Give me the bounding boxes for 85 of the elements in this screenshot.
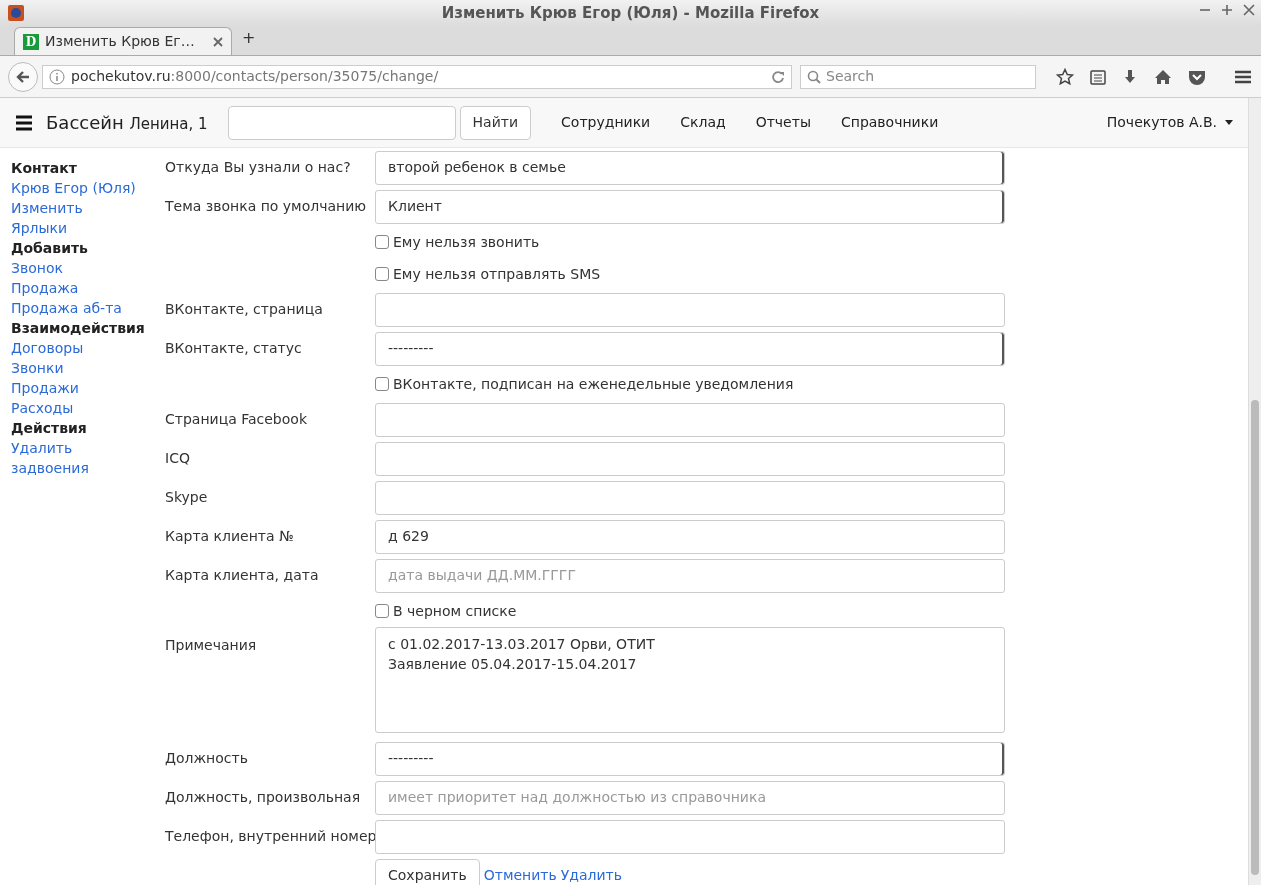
field-label: Skype bbox=[165, 488, 209, 507]
browser-logo-icon bbox=[8, 5, 24, 21]
checkbox-label: ВКонтакте, подписан на еженедельные уведомления bbox=[393, 374, 794, 394]
address-bar[interactable]: pochekutov.ru:8000/contacts/person/35075/change/ bbox=[42, 64, 792, 89]
input-field[interactable]: д 629 bbox=[375, 519, 1005, 554]
home-icon[interactable] bbox=[1154, 68, 1172, 85]
sidebar-heading: Действия bbox=[11, 419, 88, 438]
field-label: Должность, произвольная bbox=[165, 788, 362, 807]
sidebar-link[interactable]: Крюв Егор (Юля) bbox=[11, 178, 136, 198]
field-label: Тема звонка по умолчанию bbox=[165, 197, 368, 216]
field-placeholder: дата выдачи ДД.ММ.ГГГГ bbox=[388, 566, 576, 585]
download-icon[interactable] bbox=[1122, 68, 1138, 85]
menu-icon[interactable] bbox=[16, 114, 32, 131]
sidebar-heading: Добавить bbox=[11, 239, 89, 258]
sidebar-heading: Взаимодействия bbox=[11, 319, 146, 338]
search-icon bbox=[807, 69, 821, 84]
sidebar-link[interactable]: Ярлыки bbox=[11, 218, 68, 238]
field-label: Примечания bbox=[165, 636, 258, 655]
field-label: Откуда Вы узнали о нас? bbox=[165, 158, 352, 177]
sidebar-link[interactable]: Продажи bbox=[11, 378, 79, 398]
sidebar-link[interactable]: Звонки bbox=[11, 358, 64, 378]
search-field[interactable]: Search bbox=[800, 64, 1036, 89]
select-field[interactable]: --------- bbox=[375, 741, 1005, 776]
back-button[interactable] bbox=[8, 61, 38, 92]
user-menu[interactable]: Почекутов А.В. bbox=[1106, 112, 1233, 133]
new-tab-button[interactable]: + bbox=[232, 26, 266, 55]
sidebar-link[interactable]: задвоения bbox=[11, 458, 89, 478]
field-label: Страница Facebook bbox=[165, 410, 308, 429]
select-field[interactable]: второй ребенок в семье bbox=[375, 150, 1005, 185]
action-link[interactable]: Отменить bbox=[483, 865, 557, 885]
checkbox-label: Ему нельзя звонить bbox=[393, 232, 540, 252]
sidebar-link[interactable]: Расходы bbox=[11, 398, 74, 418]
search-placeholder: Search bbox=[826, 67, 875, 86]
field-label: Должность bbox=[165, 749, 249, 768]
url-text: pochekutov.ru:8000/contacts/person/35075/change/ bbox=[71, 67, 440, 86]
back-arrow-icon bbox=[15, 68, 31, 85]
favicon-icon: D bbox=[23, 33, 39, 50]
checkbox[interactable] bbox=[375, 377, 389, 391]
nav-link[interactable]: Справочники bbox=[840, 112, 939, 133]
field-label: ВКонтакте, страница bbox=[165, 300, 324, 319]
maximize-icon[interactable] bbox=[1221, 2, 1233, 18]
search-button[interactable]: Найти bbox=[459, 105, 532, 140]
pocket-icon[interactable] bbox=[1188, 68, 1206, 85]
field-label: ICQ bbox=[165, 449, 191, 468]
field-label: Телефон, внутренний номер bbox=[165, 827, 375, 846]
field-label: Карта клиента № bbox=[165, 527, 295, 546]
nav-link[interactable]: Склад bbox=[680, 112, 726, 133]
select-value: Клиент bbox=[388, 197, 442, 216]
close-icon[interactable] bbox=[1243, 2, 1255, 18]
checkbox[interactable] bbox=[375, 235, 389, 249]
select-value: --------- bbox=[388, 749, 434, 768]
close-icon[interactable] bbox=[213, 36, 223, 47]
field-label: ВКонтакте, статус bbox=[165, 339, 303, 358]
list-icon[interactable] bbox=[1090, 68, 1106, 85]
sidebar-link[interactable]: Продажа bbox=[11, 278, 79, 298]
sidebar-link[interactable]: Продажа аб-та bbox=[11, 298, 122, 318]
field-placeholder: имеет приоритет над должностью из справочника bbox=[388, 788, 766, 807]
tab-title: Изменить Крюв Ег… bbox=[45, 32, 196, 51]
menu-icon[interactable] bbox=[1234, 68, 1252, 85]
browser-tab[interactable]: D Изменить Крюв Ег… bbox=[14, 27, 232, 55]
checkbox[interactable] bbox=[375, 267, 389, 281]
site-brand[interactable]: Бассейн Ленина, 1 bbox=[46, 109, 208, 136]
text-area[interactable]: с 01.02.2017-13.03.2017 Орви, ОТИТ Заявление 05.04.2017-15.04.2017 bbox=[375, 627, 1005, 733]
sidebar-heading: Контакт bbox=[11, 159, 78, 178]
window-title: Изменить Крюв Егор (Юля) - Mozilla Firefox bbox=[441, 2, 820, 24]
checkbox-label: В черном списке bbox=[393, 601, 517, 621]
reload-icon[interactable] bbox=[771, 69, 785, 84]
sidebar-link[interactable]: Звонок bbox=[11, 258, 63, 278]
star-icon[interactable] bbox=[1056, 67, 1074, 86]
select-field[interactable]: --------- bbox=[375, 331, 1005, 366]
action-link[interactable]: Удалить bbox=[560, 865, 622, 885]
checkbox[interactable] bbox=[375, 604, 389, 618]
save-button[interactable]: Сохранить bbox=[375, 858, 480, 885]
select-value: второй ребенок в семье bbox=[388, 158, 566, 177]
sidebar-link[interactable]: Изменить bbox=[11, 198, 83, 218]
select-field[interactable]: Клиент bbox=[375, 189, 1005, 224]
nav-link[interactable]: Отчеты bbox=[755, 112, 811, 133]
nav-link[interactable]: Сотрудники bbox=[561, 112, 651, 133]
field-label: Карта клиента, дата bbox=[165, 566, 320, 585]
info-icon bbox=[49, 68, 65, 85]
select-value: --------- bbox=[388, 339, 434, 358]
sidebar-link[interactable]: Удалить bbox=[11, 438, 73, 458]
checkbox-label: Ему нельзя отправлять SMS bbox=[393, 264, 601, 284]
sidebar-link[interactable]: Договоры bbox=[11, 338, 84, 358]
caret-icon bbox=[1225, 120, 1233, 125]
